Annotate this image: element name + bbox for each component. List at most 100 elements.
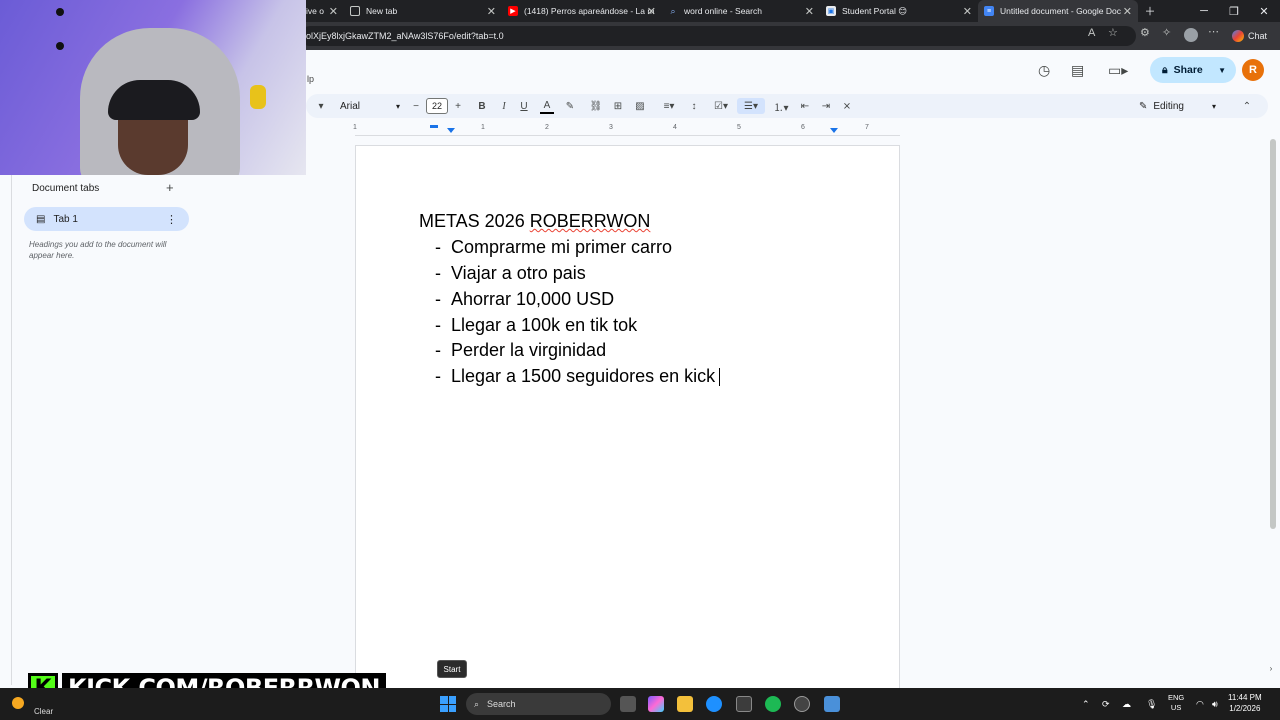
chevron-up-icon[interactable]: ⌃ (1240, 98, 1254, 114)
taskbar-search[interactable]: ⌕ Search (466, 693, 611, 715)
chatgpt-icon[interactable] (794, 696, 810, 712)
browser-tab-youtube[interactable]: ▶ (1418) Perros apareándose - La m ✕ (502, 0, 662, 22)
line-spacing-icon[interactable]: ↕ (686, 98, 702, 114)
close-icon[interactable]: ✕ (329, 5, 338, 18)
increase-indent-icon[interactable]: ⇥ (818, 98, 834, 114)
decrease-indent-icon[interactable]: ⇤ (797, 98, 813, 114)
ruler-number: 7 (865, 124, 869, 131)
text-color-button[interactable]: A (540, 98, 554, 114)
task-view-icon[interactable] (620, 696, 636, 712)
bulleted-list-button[interactable]: ☰▾ (737, 98, 765, 114)
document-tab-1[interactable]: ▤ Tab 1 ⋮ (24, 207, 189, 231)
store-icon[interactable] (736, 696, 752, 712)
browser-tab-search[interactable]: ⌕ word online - Search ✕ (662, 0, 820, 22)
extension-icon[interactable]: ⚙ (1140, 26, 1150, 39)
browser-tab-student-portal[interactable]: ▣ Student Portal 😊 ✕ (820, 0, 978, 22)
copilot-icon (1232, 30, 1244, 42)
microphone-icon[interactable]: 🎙︎ (1146, 688, 1157, 720)
left-indent-handle[interactable] (447, 128, 455, 133)
close-icon[interactable]: ✕ (963, 5, 972, 18)
chevron-down-icon[interactable]: ▾ (316, 98, 326, 114)
sync-icon[interactable]: ⟳ (1102, 688, 1110, 720)
volume-icon[interactable]: 🔊︎ (1212, 688, 1218, 720)
underline-button[interactable]: U (518, 98, 530, 114)
expand-panel-icon[interactable]: › (1266, 660, 1276, 676)
list-item[interactable]: - Perder la virginidad (435, 340, 606, 361)
more-vert-icon[interactable]: ⋮ (166, 213, 177, 226)
clear-formatting-icon[interactable]: ⨯ (839, 98, 855, 114)
chat-button[interactable]: Chat (1232, 26, 1278, 46)
language-indicator[interactable]: ENG US (1168, 693, 1184, 713)
list-item-text: Llegar a 1500 seguidores en kick (451, 366, 716, 386)
profile-avatar-icon[interactable] (1184, 28, 1198, 42)
list-item[interactable]: - Ahorrar 10,000 USD (435, 289, 614, 310)
wifi-icon[interactable]: ◠ (1196, 688, 1204, 720)
tab-label: Student Portal 😊 (842, 5, 908, 16)
list-dash: - (435, 340, 441, 360)
share-button[interactable]: 🔒︎ Share ▼ (1150, 57, 1236, 83)
minimize-button[interactable]: ─ (1188, 0, 1220, 22)
decrease-font-size-button[interactable]: − (410, 98, 422, 114)
list-dash: - (435, 237, 441, 257)
version-history-icon[interactable]: ◷ (1038, 62, 1050, 79)
numbered-list-button[interactable]: ⒈▾ (767, 98, 795, 114)
list-item[interactable]: - Llegar a 1500 seguidores en kick (435, 366, 721, 387)
close-icon[interactable]: ✕ (647, 5, 656, 18)
vertical-ruler[interactable] (0, 175, 12, 685)
editing-mode-button[interactable]: ✎ Editing ▾ (1136, 97, 1226, 115)
edge-icon[interactable] (706, 696, 722, 712)
right-indent-handle[interactable] (830, 128, 838, 133)
favorites-icon[interactable]: ✧ (1162, 26, 1171, 39)
cloud-icon[interactable]: ☁ (1122, 688, 1131, 720)
system-clock[interactable]: 11:44 PM 1/2/2026 (1228, 692, 1262, 714)
insert-image-icon[interactable]: ▨ (632, 98, 648, 114)
chevron-down-icon[interactable]: ▼ (1218, 66, 1226, 75)
browser-tab-google-docs[interactable]: ≡ Untitled document - Google Doc ✕ (978, 0, 1138, 22)
increase-font-size-button[interactable]: + (452, 98, 464, 114)
tab-label: word online - Search (684, 6, 762, 16)
read-aloud-icon[interactable]: A (1088, 27, 1095, 39)
title-misspelled-word: ROBERRWON (529, 211, 651, 231)
list-item[interactable]: - Viajar a otro pais (435, 263, 586, 284)
vertical-scrollbar[interactable] (1268, 135, 1278, 685)
restore-button[interactable]: ❐ (1218, 0, 1250, 22)
spotify-icon[interactable] (765, 696, 781, 712)
start-button[interactable] (440, 696, 456, 712)
first-line-indent-handle[interactable] (430, 125, 438, 128)
bookmark-star-icon[interactable]: ☆ (1108, 26, 1118, 39)
list-item[interactable]: - Comprarme mi primer carro (435, 237, 672, 258)
italic-button[interactable]: I (498, 98, 510, 114)
close-icon[interactable]: ✕ (1123, 5, 1132, 18)
browser-tab-drive[interactable]: ive o ✕ (300, 0, 344, 22)
align-button[interactable]: ≡▾ (657, 98, 681, 114)
close-window-button[interactable]: ✕ (1248, 0, 1280, 22)
meet-icon[interactable]: ▭▸ (1108, 62, 1128, 79)
show-hidden-icons-icon[interactable]: ⌃ (1082, 688, 1090, 720)
scrollbar-thumb[interactable] (1270, 139, 1276, 529)
font-size-input[interactable]: 22 (426, 98, 448, 114)
close-icon[interactable]: ✕ (805, 5, 814, 18)
file-explorer-icon[interactable] (677, 696, 693, 712)
bold-button[interactable]: B (476, 98, 488, 114)
link-icon[interactable]: ⛓ (588, 98, 604, 114)
avatar[interactable]: R (1242, 59, 1264, 81)
comments-icon[interactable]: ▤ (1071, 62, 1084, 79)
browser-tab-newtab[interactable]: New tab ✕ (344, 0, 502, 22)
help-menu[interactable]: lp (307, 74, 314, 84)
moon-icon (12, 697, 24, 709)
font-selector[interactable]: Arial ▾ (340, 98, 400, 114)
ruler-number: 1 (481, 124, 485, 131)
add-comment-icon[interactable]: ⊞ (610, 98, 626, 114)
document-title[interactable]: METAS 2026 ROBERRWON (419, 211, 650, 232)
highlight-icon[interactable]: ✎ (563, 98, 577, 114)
list-item[interactable]: - Llegar a 100k en tik tok (435, 315, 637, 336)
copilot-icon[interactable] (648, 696, 664, 712)
ruler-number: 4 (673, 124, 677, 131)
url-input[interactable]: olXjEy8lxjGkawZTM2_aNAw3lS76Fo/edit?tab=… (300, 26, 1136, 46)
close-icon[interactable]: ✕ (487, 5, 496, 18)
notepad-icon[interactable] (824, 696, 840, 712)
add-tab-button[interactable]: + (166, 180, 174, 195)
more-menu-icon[interactable]: ⋯ (1208, 25, 1219, 38)
checklist-button[interactable]: ☑▾ (708, 98, 734, 114)
new-tab-button[interactable]: ＋ (1134, 0, 1166, 22)
